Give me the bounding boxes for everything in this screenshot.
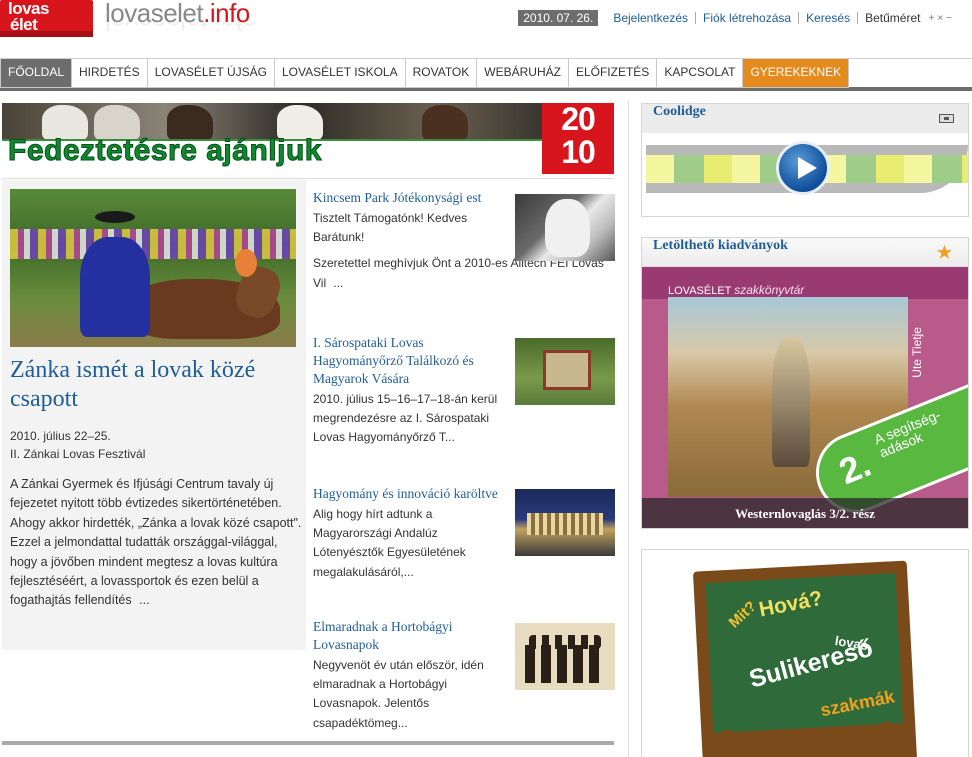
- banner-year-top: 20: [561, 103, 596, 137]
- nav-item-columns[interactable]: ROVATOK: [404, 59, 478, 88]
- news-title[interactable]: Elmaradnak a Hortobágyi Lovasnapok: [313, 618, 501, 654]
- font-reset-icon[interactable]: ×: [937, 13, 943, 24]
- news-title[interactable]: Kincsem Park Jótékonysági est: [313, 189, 501, 207]
- main-navigation: FŐOLDAL HIRDETÉS LOVASÉLET ÚJSÁG LOVASÉL…: [0, 58, 972, 91]
- star-icon: ★: [936, 243, 952, 262]
- column-divider: [628, 101, 629, 757]
- news-excerpt: Alig hogy hírt adtunk a Magyarországi An…: [313, 507, 466, 579]
- white-horse-shape: [545, 199, 590, 257]
- cover-series: LOVASÉLET szakkönyvtár: [668, 283, 804, 297]
- site-name-reflection: lovaselet.info: [105, 22, 257, 36]
- nav-item-webshop[interactable]: WEBÁRUHÁZ: [476, 59, 569, 88]
- font-size-label: Betűméret: [865, 11, 921, 25]
- banner-horse-shape: [422, 105, 468, 141]
- divider: [2, 741, 614, 745]
- nav-item-subscription[interactable]: ELŐFIZETÉS: [567, 59, 658, 88]
- rider-shape: [80, 237, 150, 337]
- banner-year-badge: 20 10: [542, 103, 614, 174]
- news-item: Elmaradnak a Hortobágyi Lovasnapok Negyv…: [313, 618, 616, 733]
- news-title[interactable]: I. Sárospataki Lovas Hagyományőrző Talál…: [313, 334, 501, 388]
- divider: [2, 178, 614, 179]
- play-icon[interactable]: [776, 141, 830, 195]
- top-utility-bar: 2010. 07. 26. Bejelentkezés Fiók létreho…: [518, 9, 952, 27]
- castle-shape: [543, 350, 591, 390]
- news-thumbnail[interactable]: [515, 489, 615, 556]
- board-leg: [881, 721, 894, 757]
- horses-shape: [525, 645, 605, 683]
- board-word: Hová?: [757, 586, 825, 622]
- news-thumbnail[interactable]: [515, 623, 615, 690]
- cover-series-prefix: LOVASÉLET: [668, 285, 732, 297]
- chalkboard-graphic: Mit? Hová? Sulikereső lovas szakmák: [692, 560, 918, 757]
- board-leg: [721, 729, 734, 757]
- palace-shape: [527, 513, 603, 535]
- video-player[interactable]: [642, 133, 968, 216]
- banner-slogan: Fedeztetésre ajánljuk: [8, 134, 322, 168]
- news-item: Kincsem Park Jótékonysági est Tisztelt T…: [313, 189, 616, 293]
- downloads-box-title[interactable]: Letölthető kiadványok: [653, 238, 788, 253]
- news-thumbnail[interactable]: [515, 194, 615, 261]
- news-thumbnail[interactable]: [515, 338, 615, 405]
- news-excerpt: Tisztelt Támogatónk! Kedves Barátunk!: [313, 211, 468, 245]
- cover-author: Ute Tietje: [910, 327, 924, 378]
- nav-item-home[interactable]: FŐOLDAL: [0, 59, 73, 88]
- featured-article-title[interactable]: Zánka ismét a lovak közé csapott: [10, 356, 300, 414]
- lovaselet-logo[interactable]: lovas élet: [0, 0, 93, 37]
- create-account-link[interactable]: Fiók létrehozása: [696, 12, 800, 24]
- nav-item-magazine[interactable]: LOVASÉLET ÚJSÁG: [146, 59, 275, 88]
- search-link[interactable]: Keresés: [799, 12, 859, 24]
- publication-caption[interactable]: Westernlovaglás 3/2. rész: [642, 506, 968, 522]
- nav-item-contact[interactable]: KAPCSOLAT: [656, 59, 744, 88]
- featured-article-body: A Zánkai Gyermek és Ifjúsági Centrum tav…: [10, 477, 302, 608]
- featured-article: Zánka ismét a lovak közé csapott 2010. j…: [2, 180, 306, 650]
- downloads-box: Letölthető kiadványok ★ LOVASÉLET szakkö…: [641, 237, 969, 529]
- board-word: Mit?: [725, 597, 760, 632]
- chalkboard-slate: Mit? Hová? Sulikereső lovas szakmák: [705, 573, 904, 733]
- rider-hat-shape: [95, 211, 135, 223]
- video-box-header: Coolidge: [642, 104, 968, 133]
- board-word: szakmák: [818, 686, 897, 721]
- font-decrease-icon[interactable]: −: [946, 13, 952, 24]
- nav-item-school[interactable]: LOVASÉLET ISKOLA: [273, 59, 406, 88]
- banner-year-bottom: 10: [561, 134, 596, 170]
- video-box-title[interactable]: Coolidge: [653, 104, 706, 119]
- cowboy-shape: [772, 337, 810, 467]
- news-excerpt: 2010. július 15–16–17–18-án kerül megren…: [313, 392, 498, 445]
- site-header: lovas élet lovaselet.info lovaselet.info…: [0, 0, 972, 50]
- login-link[interactable]: Bejelentkezés: [606, 12, 697, 24]
- news-excerpt: Negyvenöt év után először, idén elmaradn…: [313, 658, 484, 730]
- current-date: 2010. 07. 26.: [518, 10, 599, 26]
- news-item: Hagyomány és innováció karöltve Alig hog…: [313, 485, 616, 582]
- logo-swoosh: [0, 31, 93, 37]
- news-title[interactable]: Hagyomány és innováció karöltve: [313, 485, 501, 503]
- mascot-shape: [235, 249, 257, 277]
- stud-advert-banner[interactable]: Fedeztetésre ajánljuk 20 10: [2, 103, 614, 174]
- downloads-box-header: Letölthető kiadványok ★: [642, 238, 968, 267]
- video-box: Coolidge: [641, 103, 969, 217]
- featured-article-event: II. Zánkai Lovas Fesztivál: [10, 447, 146, 461]
- featured-article-image[interactable]: [10, 189, 296, 347]
- publication-cover[interactable]: LOVASÉLET szakkönyvtár Ute Tietje 2. A s…: [642, 267, 968, 528]
- nav-item-ads[interactable]: HIRDETÉS: [71, 59, 148, 88]
- nav-item-kids[interactable]: GYEREKEKNEK: [742, 59, 850, 88]
- featured-article-date: 2010. július 22–25.: [10, 429, 111, 443]
- news-item: I. Sárospataki Lovas Hagyományőrző Talál…: [313, 334, 616, 448]
- minimize-icon[interactable]: [939, 114, 954, 123]
- school-finder-box[interactable]: Mit? Hová? Sulikereső lovas szakmák: [641, 549, 969, 757]
- font-increase-icon[interactable]: +: [928, 13, 934, 24]
- cover-series-name: szakkönyvtár: [734, 283, 805, 297]
